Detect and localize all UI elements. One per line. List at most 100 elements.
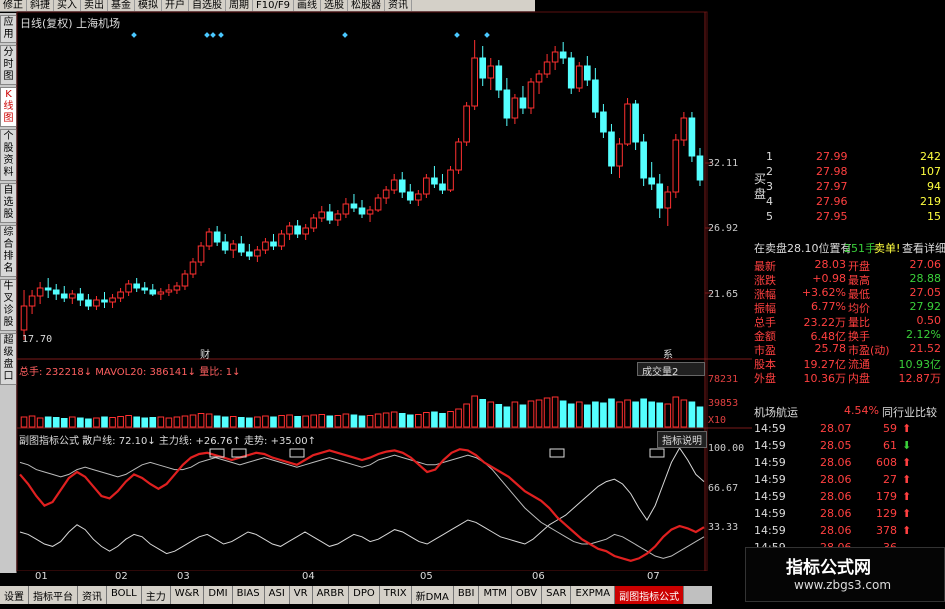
candle[interactable] [189, 261, 197, 275]
indicator-tab[interactable]: DMI [204, 586, 233, 604]
indicator-tab[interactable]: MTM [479, 586, 512, 604]
candle[interactable] [398, 179, 406, 193]
candle[interactable] [374, 197, 382, 211]
candle[interactable] [197, 245, 205, 263]
candle[interactable] [463, 105, 470, 143]
candle[interactable] [559, 51, 567, 59]
candle[interactable] [246, 251, 253, 257]
candle[interactable] [567, 57, 575, 89]
candle[interactable] [680, 117, 688, 141]
volume-type-dropdown[interactable]: 成交量2 [637, 362, 705, 378]
indicator-tab[interactable]: 新DMA [411, 586, 454, 604]
indicator-tab[interactable]: 设置 [0, 586, 29, 604]
signal-diamond[interactable] [454, 32, 460, 38]
candle[interactable] [358, 207, 366, 215]
candle[interactable] [157, 291, 165, 295]
candle[interactable] [495, 65, 503, 91]
candle[interactable] [406, 191, 414, 201]
indicator-tab[interactable]: OBV [511, 586, 543, 604]
candle[interactable] [141, 287, 149, 291]
candle[interactable] [423, 177, 430, 195]
candle[interactable] [366, 209, 374, 215]
indicator-help-button[interactable]: 指标说明 [657, 431, 707, 448]
indicator-tab[interactable]: BOLL [107, 586, 142, 604]
candle[interactable] [205, 231, 213, 247]
indicator-tab[interactable]: EXPMA [571, 586, 616, 604]
candle[interactable] [85, 299, 92, 307]
candle[interactable] [165, 289, 173, 293]
view-detail-link[interactable]: 查看详细 [902, 240, 945, 256]
signal-diamond[interactable] [218, 32, 224, 38]
indicator-tab[interactable]: W&R [170, 586, 205, 604]
candle[interactable] [664, 191, 672, 209]
candle[interactable] [133, 283, 140, 289]
candle[interactable] [592, 79, 599, 113]
candle[interactable] [479, 57, 487, 79]
candle[interactable] [44, 287, 52, 291]
candle[interactable] [672, 139, 680, 193]
indicator-tab[interactable]: ASI [264, 586, 290, 604]
candle[interactable] [310, 217, 318, 229]
candle[interactable] [447, 169, 454, 191]
candle[interactable] [302, 227, 309, 235]
candle[interactable] [584, 65, 591, 81]
candle[interactable] [624, 103, 631, 145]
indicator-tab[interactable]: BIAS [232, 586, 265, 604]
indicator-tab[interactable]: VR [289, 586, 313, 604]
candle[interactable] [77, 293, 84, 301]
indicator-tab[interactable]: 指标平台 [29, 586, 78, 604]
candle[interactable] [326, 211, 334, 221]
candle[interactable] [382, 189, 390, 199]
candle[interactable] [648, 177, 656, 185]
event-marker[interactable]: 系 [663, 346, 673, 361]
candle[interactable] [109, 297, 116, 303]
signal-diamond[interactable] [204, 32, 210, 38]
candle[interactable] [471, 57, 478, 107]
candle[interactable] [52, 289, 60, 295]
candle[interactable] [350, 203, 358, 209]
event-marker[interactable]: 财 [200, 346, 210, 361]
candle[interactable] [431, 177, 438, 185]
candle[interactable] [278, 233, 285, 247]
candle[interactable] [487, 65, 495, 79]
indicator-tab[interactable]: 资讯 [78, 586, 107, 604]
candle[interactable] [390, 179, 398, 191]
candle[interactable] [511, 97, 519, 119]
candle[interactable] [181, 273, 189, 287]
candle[interactable] [213, 231, 221, 243]
candle[interactable] [415, 193, 422, 201]
candle[interactable] [286, 225, 293, 235]
candle[interactable] [125, 283, 132, 293]
indicator-tab[interactable]: TRIX [379, 586, 412, 604]
candle[interactable] [334, 213, 342, 221]
indicator-tab[interactable]: ARBR [312, 586, 350, 604]
indicator-tab[interactable]: 副图指标公式 [615, 586, 685, 604]
candle[interactable] [93, 299, 100, 307]
candle[interactable] [455, 141, 462, 171]
candle[interactable] [688, 117, 696, 157]
candle[interactable] [535, 73, 543, 83]
candle[interactable] [28, 295, 36, 307]
candle[interactable] [270, 241, 277, 247]
candle[interactable] [543, 61, 551, 75]
candle[interactable] [68, 293, 76, 299]
candle[interactable] [101, 299, 108, 303]
signal-diamond[interactable] [131, 32, 137, 38]
candle[interactable] [551, 51, 559, 63]
candle[interactable] [575, 65, 583, 89]
candle[interactable] [237, 243, 245, 253]
indicator-tab[interactable]: SAR [542, 586, 572, 604]
candle[interactable] [254, 249, 261, 257]
candle[interactable] [229, 243, 237, 251]
candle[interactable] [60, 293, 68, 299]
candle[interactable] [36, 287, 44, 297]
candle[interactable] [149, 289, 157, 295]
indicator-tab[interactable]: DPO [349, 586, 380, 604]
candle[interactable] [20, 305, 28, 331]
candle[interactable] [439, 183, 446, 191]
signal-diamond[interactable] [210, 32, 216, 38]
candle[interactable] [173, 285, 181, 291]
candle[interactable] [503, 89, 511, 119]
candle[interactable] [318, 211, 326, 219]
signal-diamond[interactable] [342, 32, 348, 38]
